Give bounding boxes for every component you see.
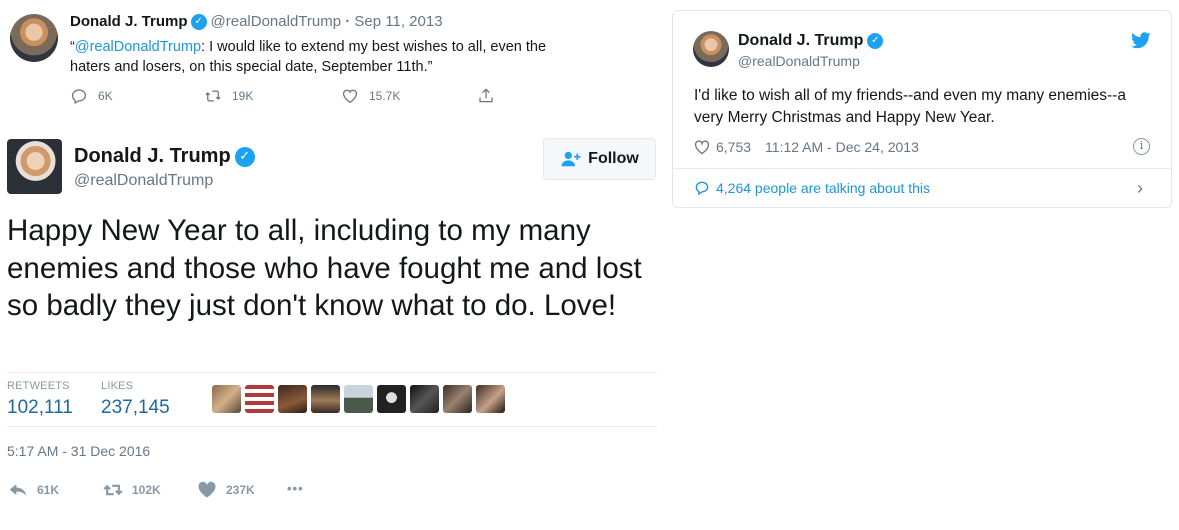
tweet3-avatar[interactable] [693, 31, 729, 67]
likers-avatar-strip [212, 385, 505, 413]
tweet1-mention-link[interactable]: @realDonaldTrump [75, 39, 201, 55]
tweet1-share-button[interactable] [477, 87, 495, 105]
tweet1-avatar[interactable] [10, 14, 58, 62]
heart-icon [198, 481, 216, 498]
divider [7, 426, 657, 427]
people-talking-label: 4,264 people are talking about this [716, 180, 931, 196]
people-talking-link[interactable]: 4,264 people are talking about this [694, 180, 930, 196]
verified-badge-icon: ✓ [190, 14, 207, 31]
tweet1-retweet-count: 19K [232, 89, 254, 103]
tweet3-handle[interactable]: @realDonaldTrump [738, 53, 860, 69]
follow-person-plus-icon [561, 151, 581, 167]
tweet2-like-button[interactable]: 237K [197, 481, 255, 499]
share-icon [479, 88, 493, 103]
liker-avatar[interactable] [476, 385, 505, 413]
retweets-label: RETWEETS [7, 380, 70, 392]
verified-badge-icon: ✓ [234, 146, 255, 167]
chevron-right-icon[interactable]: › [1137, 178, 1143, 199]
more-dots-icon[interactable]: ••• [287, 481, 304, 496]
tweet1-author-name[interactable]: Donald J. Trump [70, 13, 188, 30]
tweet1-reply-button[interactable]: 6K [70, 87, 113, 105]
retweet-icon [103, 484, 123, 496]
liker-avatar[interactable] [212, 385, 241, 413]
tweet2-retweet-count: 102K [132, 483, 161, 497]
divider [673, 168, 1171, 169]
verified-badge-icon: ✓ [867, 32, 884, 49]
reply-icon [71, 89, 87, 105]
tweet1-text: “@realDonaldTrump: I would like to exten… [70, 37, 570, 77]
liker-avatar[interactable] [443, 385, 472, 413]
tweet2-avatar[interactable] [7, 139, 62, 194]
comment-bubble-icon [695, 181, 709, 196]
tweet2-reply-count: 61K [37, 483, 60, 497]
tweet3-text: I'd like to wish all of my friends--and … [694, 87, 1126, 126]
reply-icon [9, 484, 27, 496]
follow-button-label: Follow [588, 150, 639, 167]
tweet2-like-count: 237K [226, 483, 255, 497]
liker-avatar[interactable] [344, 385, 373, 413]
liker-avatar[interactable] [410, 385, 439, 413]
tweet1-retweet-button[interactable]: 19K [204, 87, 253, 105]
tweet3-timestamp[interactable]: 11:12 AM - Dec 24, 2013 [765, 139, 919, 155]
tweet2-author-name[interactable]: Donald J. Trump [74, 145, 231, 167]
liker-avatar[interactable] [311, 385, 340, 413]
retweet-icon [205, 90, 221, 102]
follow-button[interactable]: Follow [543, 138, 656, 180]
tweet1-like-count: 15.7K [369, 89, 401, 103]
tweet1-dot-separator: · [341, 13, 355, 30]
tweet2-handle[interactable]: @realDonaldTrump [74, 172, 213, 190]
tweet1-handle[interactable]: @realDonaldTrump [211, 13, 342, 30]
tweet3-meta: 6,753 11:12 AM - Dec 24, 2013 [694, 139, 919, 155]
retweets-value[interactable]: 102,111 [7, 397, 73, 419]
tweet2-reply-button[interactable]: 61K [8, 481, 59, 499]
tweet1-header: Donald J. Trump ✓ @realDonaldTrump · Sep 1… [70, 13, 443, 31]
heart-icon[interactable] [694, 139, 710, 155]
heart-icon [342, 89, 358, 104]
tweet1-like-button[interactable]: 15.7K [341, 87, 400, 105]
tweet2-retweet-button[interactable]: 102K [103, 481, 161, 499]
liker-avatar[interactable] [278, 385, 307, 413]
likes-label: LIKES [101, 380, 134, 392]
tweet3-header: Donald J. Trump ✓ [738, 32, 884, 50]
liker-avatar[interactable] [245, 385, 274, 413]
tweet2-header: Donald J. Trump ✓ [74, 145, 255, 168]
liker-avatar[interactable] [377, 385, 406, 413]
twitter-bird-icon[interactable] [1131, 32, 1151, 54]
tweet3-author-name[interactable]: Donald J. Trump [738, 32, 863, 49]
likes-value[interactable]: 237,145 [101, 397, 170, 419]
tweet2-timestamp[interactable]: 5:17 AM - 31 Dec 2016 [7, 443, 150, 459]
divider [7, 372, 657, 373]
tweet1-reply-count: 6K [98, 89, 113, 103]
tweet1-date[interactable]: Sep 11, 2013 [354, 13, 442, 30]
tweet2-text: Happy New Year to all, including to my m… [7, 214, 642, 322]
info-icon[interactable]: i [1133, 138, 1150, 155]
tweet3-like-count: 6,753 [716, 139, 752, 155]
